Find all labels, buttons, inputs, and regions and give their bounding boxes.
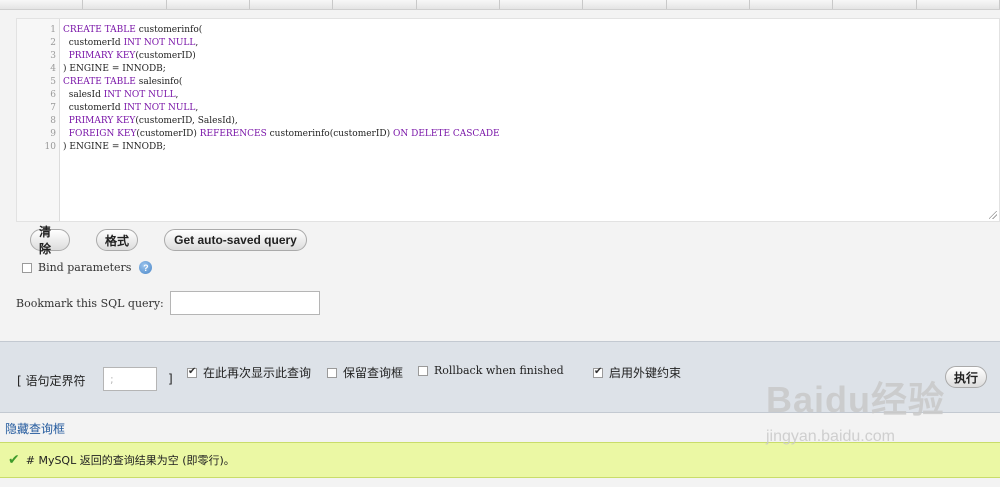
success-message-text: # MySQL 返回的查询结果为空 (即零行)。	[25, 454, 235, 467]
clear-button[interactable]: 清除	[30, 225, 70, 256]
success-message: ✔ # MySQL 返回的查询结果为空 (即零行)。	[0, 442, 1000, 478]
show-again-label: 在此再次显示此查询	[203, 366, 312, 380]
rollback-checkbox[interactable]	[418, 365, 428, 376]
tab[interactable]	[333, 0, 417, 9]
foreign-keys-option[interactable]: 启用外键约束	[593, 364, 681, 381]
help-icon[interactable]: ?	[139, 261, 153, 274]
delimiter-close-text: ]	[168, 372, 173, 386]
rollback-option[interactable]: Rollback when finished	[418, 364, 564, 377]
rollback-label: Rollback when finished	[434, 364, 564, 377]
tab[interactable]	[750, 0, 834, 9]
show-again-option[interactable]: 在此再次显示此查询	[187, 364, 311, 381]
line-number: 2	[50, 38, 56, 48]
delimiter-label: [ 语句定界符	[17, 372, 86, 389]
success-check-icon: ✔	[8, 452, 20, 468]
go-button[interactable]: 执行	[945, 366, 987, 388]
code-line: ) ENGINE = INNODB;	[63, 64, 166, 74]
tab[interactable]	[417, 0, 500, 9]
delimiter-input[interactable]: ;	[103, 367, 157, 391]
code-line: customerId INT NOT NULL,	[63, 38, 199, 48]
retain-box-checkbox[interactable]	[327, 367, 337, 378]
bookmark-label: Bookmark this SQL query:	[16, 296, 164, 310]
line-number: 8	[50, 116, 56, 126]
bind-parameters-checkbox[interactable]	[22, 262, 32, 273]
get-autosaved-query-button[interactable]: Get auto-saved query	[164, 229, 307, 251]
query-options-bar: [ 语句定界符 ; ] 在此再次显示此查询 保留查询框 Rollback whe…	[0, 341, 1000, 413]
code-line: CREATE TABLE customerinfo(	[63, 25, 203, 35]
retain-box-option[interactable]: 保留查询框	[327, 364, 403, 381]
line-number: 10	[44, 142, 56, 152]
hide-query-box-link[interactable]: 隐藏查询框	[5, 420, 65, 437]
line-number: 4	[50, 64, 56, 74]
foreign-keys-checkbox[interactable]	[593, 366, 603, 378]
line-number: 5	[50, 77, 56, 87]
code-line: PRIMARY KEY(customerID, SalesId),	[68, 116, 238, 126]
code-line: PRIMARY KEY(customerID)	[68, 51, 196, 61]
tab[interactable]	[500, 0, 584, 9]
tab[interactable]	[667, 0, 750, 9]
bind-parameters-label: Bind parameters	[38, 261, 132, 274]
sql-code[interactable]: CREATE TABLE customerinfo( customerId IN…	[63, 24, 991, 154]
tab[interactable]	[0, 0, 84, 9]
delimiter-label-text: [ 语句定界符	[17, 374, 86, 388]
code-line: CREATE TABLE salesinfo(	[63, 77, 183, 87]
format-button[interactable]: 格式	[96, 229, 138, 251]
delimiter-close: ]	[168, 372, 173, 386]
tab[interactable]	[250, 0, 334, 9]
line-number: 7	[50, 103, 56, 113]
foreign-keys-label: 启用外键约束	[609, 366, 682, 380]
tab[interactable]	[833, 0, 917, 9]
resize-grip-icon[interactable]	[989, 211, 997, 219]
line-number: 9	[50, 129, 56, 139]
line-number: 3	[50, 51, 56, 61]
sql-editor[interactable]: 1 2 3 4 5 6 7 8 9 10 CREATE TABLE custom…	[16, 18, 1000, 222]
tab[interactable]	[83, 0, 167, 9]
show-again-checkbox[interactable]	[187, 366, 197, 378]
code-line: salesId INT NOT NULL,	[63, 90, 179, 100]
line-number: 1	[50, 25, 56, 35]
retain-box-label: 保留查询框	[343, 366, 404, 380]
line-number: 6	[50, 90, 56, 100]
tab[interactable]	[167, 0, 250, 9]
tab[interactable]	[583, 0, 667, 9]
line-number-gutter: 1 2 3 4 5 6 7 8 9 10	[17, 19, 60, 221]
code-line: ) ENGINE = INNODB;	[63, 142, 166, 152]
bookmark-row: Bookmark this SQL query:	[16, 291, 320, 315]
top-tab-strip	[0, 0, 1000, 10]
bind-parameters-row: Bind parameters ?	[22, 261, 153, 274]
bookmark-input[interactable]	[169, 291, 320, 315]
code-line: FOREIGN KEY(customerID) REFERENCES custo…	[68, 129, 500, 139]
code-line: customerId INT NOT NULL,	[63, 103, 199, 113]
tab[interactable]	[917, 0, 1000, 9]
